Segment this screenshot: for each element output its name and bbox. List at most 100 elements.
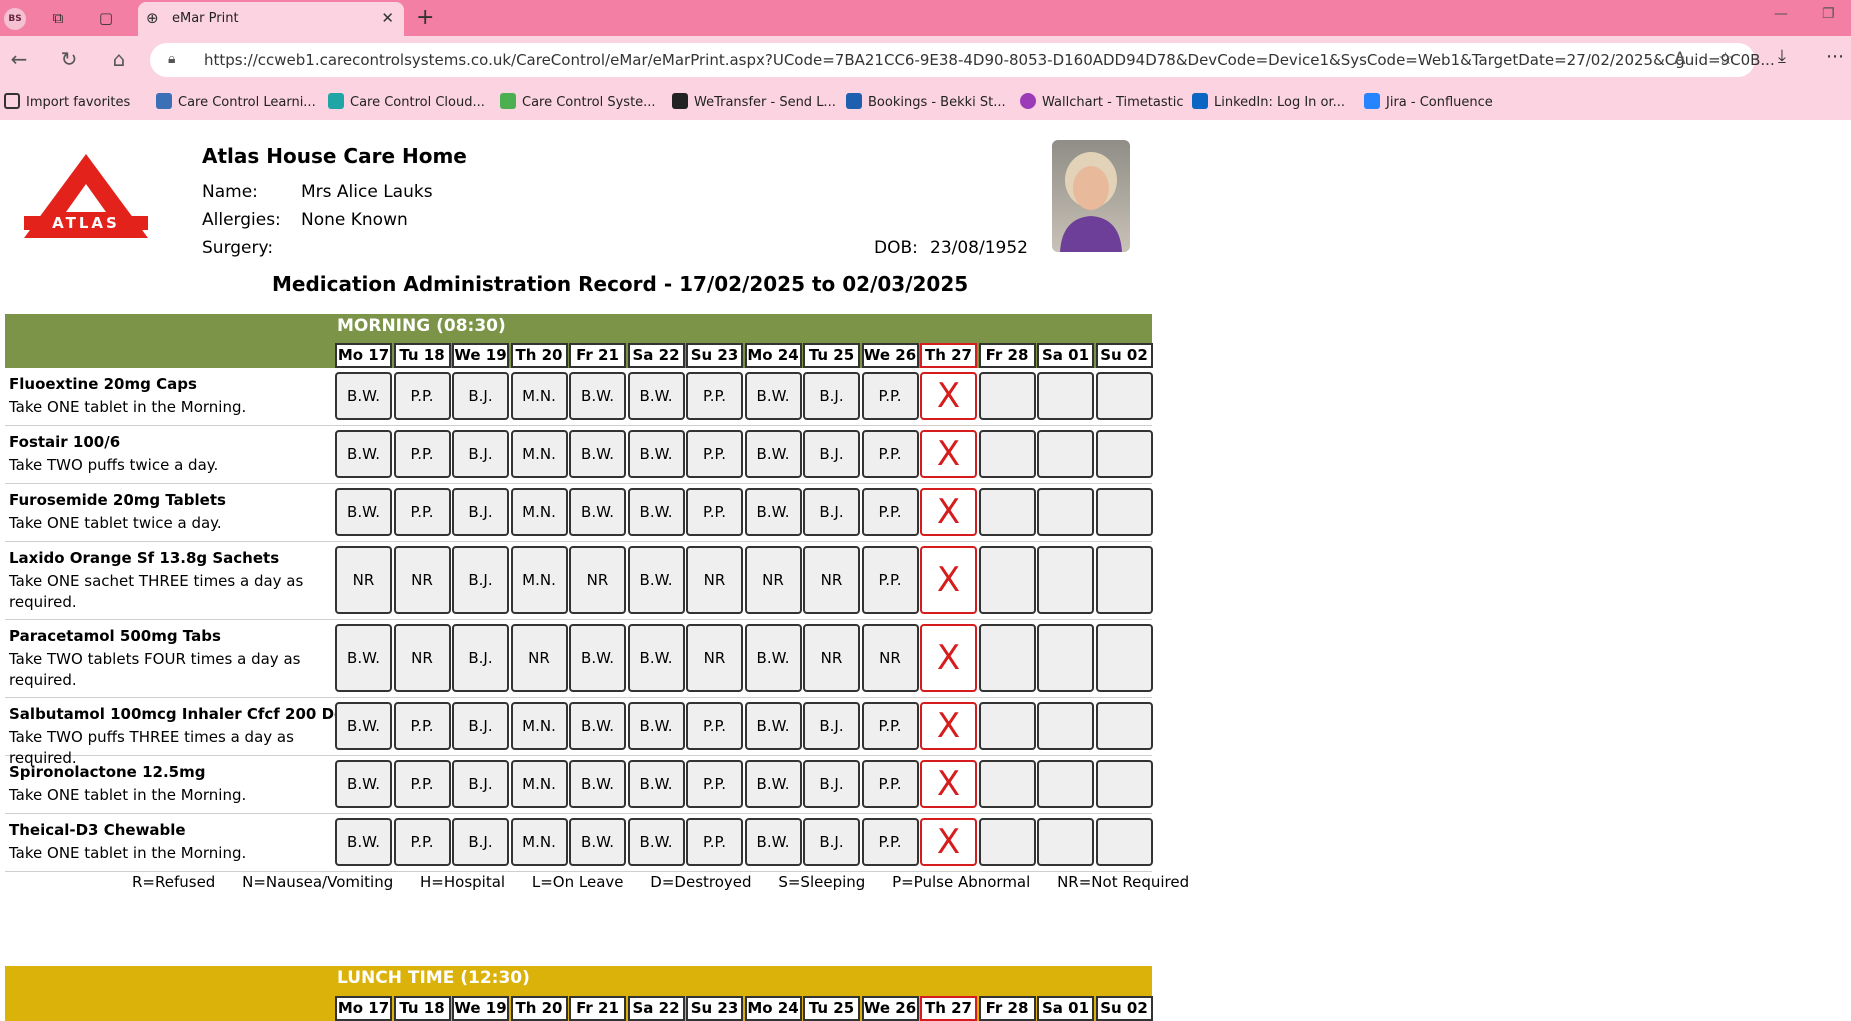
today-due-cell[interactable]: X bbox=[920, 818, 977, 866]
administration-cell: P.P. bbox=[393, 430, 451, 478]
future-cell bbox=[1037, 430, 1094, 478]
favorite-label: Care Control Learni... bbox=[178, 95, 316, 110]
administration-cell: B.W. bbox=[744, 430, 802, 478]
maximize-icon[interactable]: ❐ bbox=[1822, 6, 1835, 22]
day-header: Tu 25 bbox=[803, 996, 860, 1021]
administration-cell: B.W. bbox=[335, 488, 392, 536]
today-due-cell[interactable]: X bbox=[920, 702, 977, 750]
favorite-label: Wallchart - Timetastic bbox=[1042, 95, 1184, 110]
downloads-icon[interactable]: ⤓ bbox=[1778, 46, 1786, 67]
today-due-cell[interactable]: X bbox=[920, 430, 977, 478]
care-home-name: Atlas House Care Home bbox=[202, 144, 467, 168]
today-due-cell[interactable]: X bbox=[920, 546, 977, 614]
medication-name: Fostair 100/6 bbox=[9, 433, 121, 451]
administration-cell: P.P. bbox=[686, 702, 743, 750]
day-header: Tu 25 bbox=[803, 343, 860, 368]
administration-cell: NR bbox=[393, 546, 451, 614]
favorite-star-icon[interactable]: ☆ bbox=[1718, 49, 1733, 69]
more-menu-icon[interactable]: ⋯ bbox=[1826, 46, 1844, 67]
favorites-bar: Import favorites Care Control Learni... … bbox=[0, 84, 1851, 120]
administration-cell: P.P. bbox=[393, 372, 451, 420]
medication-directions: Take ONE tablet in the Morning. bbox=[9, 398, 247, 416]
favorite-label: Import favorites bbox=[26, 95, 131, 110]
medication-name: Laxido Orange Sf 13.8g Sachets bbox=[9, 549, 280, 567]
administration-cell: B.W. bbox=[569, 624, 626, 692]
medication-directions: Take TWO tablets FOUR times a day as req… bbox=[9, 650, 301, 689]
administration-cell: M.N. bbox=[510, 430, 568, 478]
administration-cell: B.W. bbox=[744, 702, 802, 750]
back-icon[interactable]: ← bbox=[6, 47, 32, 71]
administration-cell: NR bbox=[335, 546, 392, 614]
favorite-item[interactable]: LinkedIn: Log In or... bbox=[1192, 93, 1345, 110]
favorite-item[interactable]: Care Control Learni... bbox=[156, 93, 316, 110]
atlas-logo: ATLAS bbox=[24, 154, 148, 238]
administration-cell: M.N. bbox=[510, 546, 568, 614]
home-icon[interactable]: ⌂ bbox=[106, 47, 132, 71]
day-header: Fr 28 bbox=[978, 343, 1036, 368]
bookings-icon bbox=[846, 93, 862, 109]
administration-cell: NR bbox=[861, 624, 919, 692]
today-due-cell[interactable]: X bbox=[920, 760, 977, 808]
new-tab-button[interactable]: + bbox=[416, 5, 434, 30]
medication-name: Fluoextine 20mg Caps bbox=[9, 375, 197, 393]
administration-cell: P.P. bbox=[686, 430, 743, 478]
close-tab-icon[interactable]: ✕ bbox=[381, 9, 394, 27]
collections-icon[interactable]: ⧉ bbox=[48, 8, 68, 28]
favorite-item[interactable]: Import favorites bbox=[4, 93, 130, 110]
favorite-item[interactable]: Jira - Confluence bbox=[1364, 93, 1493, 110]
refresh-icon[interactable]: ↻ bbox=[56, 47, 82, 71]
minimize-icon[interactable]: — bbox=[1774, 6, 1788, 22]
administration-cell: P.P. bbox=[861, 702, 919, 750]
lunch-label: LUNCH TIME (12:30) bbox=[337, 968, 530, 988]
timetastic-icon bbox=[1020, 93, 1036, 109]
emar-print-page: ATLAS Atlas House Care Home Name: Mrs Al… bbox=[0, 120, 1851, 1021]
administration-cell: B.W. bbox=[627, 818, 685, 866]
today-due-cell[interactable]: X bbox=[920, 624, 977, 692]
url-field[interactable]: 🔒︎ https://ccweb1.carecontrolsystems.co.… bbox=[150, 43, 1775, 77]
tab-actions-icon[interactable]: ▢ bbox=[96, 8, 116, 28]
record-title: Medication Administration Record - 17/02… bbox=[272, 272, 969, 296]
day-header: Tu 18 bbox=[393, 996, 451, 1021]
logo-text: ATLAS bbox=[52, 214, 120, 232]
legend-item: L=On Leave bbox=[531, 873, 624, 891]
today-due-cell[interactable]: X bbox=[920, 488, 977, 536]
administration-cell: B.J. bbox=[452, 488, 509, 536]
favorite-label: Bookings - Bekki St... bbox=[868, 95, 1006, 110]
favorite-item[interactable]: Care Control Cloud... bbox=[328, 93, 485, 110]
future-cell bbox=[978, 488, 1036, 536]
administration-cell: B.J. bbox=[803, 818, 860, 866]
future-cell bbox=[978, 372, 1036, 420]
legend-item: N=Nausea/Vomiting bbox=[242, 873, 394, 891]
day-header: Fr 28 bbox=[978, 996, 1036, 1021]
favorite-item[interactable]: WeTransfer - Send L... bbox=[672, 93, 836, 110]
favorite-item[interactable]: Care Control Syste... bbox=[500, 93, 656, 110]
future-cell bbox=[1095, 818, 1153, 866]
future-cell bbox=[1037, 488, 1094, 536]
profile-avatar[interactable]: BS bbox=[4, 8, 26, 30]
favorite-item[interactable]: Wallchart - Timetastic bbox=[1020, 93, 1183, 110]
administration-cell: B.W. bbox=[569, 760, 626, 808]
day-header: We 26 bbox=[861, 343, 919, 368]
medication-row: Fluoextine 20mg Caps Take ONE tablet in t… bbox=[5, 368, 1153, 426]
administration-cell: M.N. bbox=[510, 760, 568, 808]
administration-cell: B.W. bbox=[627, 372, 685, 420]
favorite-item[interactable]: Bookings - Bekki St... bbox=[846, 93, 1006, 110]
lock-icon[interactable]: 🔒︎ bbox=[168, 51, 175, 67]
future-cell bbox=[1095, 760, 1153, 808]
medication-directions: Take TWO puffs twice a day. bbox=[9, 456, 219, 474]
legend-item: R=Refused bbox=[132, 873, 216, 891]
future-cell bbox=[978, 818, 1036, 866]
administration-cell: B.J. bbox=[803, 702, 860, 750]
jira-icon bbox=[1364, 93, 1380, 109]
administration-cell: B.J. bbox=[452, 818, 509, 866]
tab-emar-print[interactable]: ⊕ eMar Print ✕ bbox=[138, 2, 404, 36]
read-aloud-icon[interactable]: A bbox=[1674, 49, 1686, 69]
today-due-cell[interactable]: X bbox=[920, 372, 977, 420]
administration-cell: P.P. bbox=[861, 546, 919, 614]
name-label: Name: bbox=[202, 182, 258, 202]
medication-row: Fostair 100/6 Take TWO puffs twice a day.… bbox=[5, 426, 1153, 484]
day-header: Su 02 bbox=[1095, 343, 1153, 368]
medication-directions: Take ONE sachet THREE times a day as req… bbox=[9, 572, 304, 611]
administration-cell: B.J. bbox=[803, 760, 860, 808]
address-bar-row: ← ↻ ⌂ 🔒︎ https://ccweb1.carecontrolsyste… bbox=[0, 36, 1851, 84]
